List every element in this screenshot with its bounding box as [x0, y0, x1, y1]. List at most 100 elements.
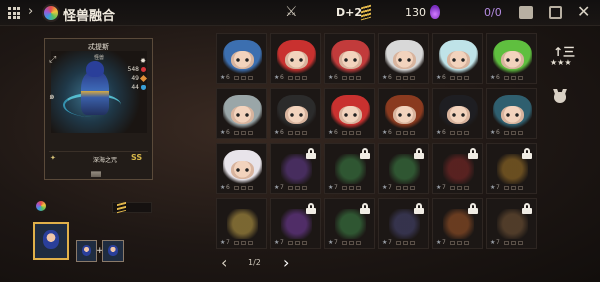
upgrade-pip [464, 76, 469, 80]
star-filter-button[interactable]: ★★★ [550, 59, 572, 67]
upgrade-pip [457, 186, 462, 190]
card-upgrade-pips [342, 76, 361, 80]
hero-card[interactable]: ★ 6 [432, 88, 483, 139]
upgrade-pip [234, 186, 239, 190]
fusion-ratio: 0/0 [484, 6, 502, 19]
hero-card[interactable]: ★ 6 [324, 88, 375, 139]
monster-card[interactable]: ★ 7 [270, 198, 321, 249]
heart-icon [141, 67, 146, 72]
card-upgrade-pips [234, 131, 253, 135]
hero-card[interactable]: ★ 6 [216, 33, 267, 84]
monster-silhouette [227, 209, 258, 239]
card-upgrade-pips [234, 241, 253, 245]
hero-eyes [397, 113, 412, 117]
card-upgrade-pips [450, 131, 469, 135]
card-upgrade-pips [396, 131, 415, 135]
upgrade-pip [302, 76, 307, 80]
monster-card[interactable]: ★ 7 [378, 143, 429, 194]
monster-card[interactable]: ★ 7 [270, 143, 321, 194]
upgrade-pip [518, 241, 523, 245]
card-star-icon: ★ [328, 184, 334, 191]
close-icon[interactable]: ✕ [577, 2, 590, 21]
upgrade-pip [342, 131, 347, 135]
page-title: 怪兽融合 [63, 9, 116, 24]
card-level: 7 [334, 239, 338, 246]
expand-icon[interactable]: ⤢ [49, 55, 56, 65]
hero-eyes [289, 58, 304, 62]
hero-card[interactable]: ★ 6 [486, 88, 537, 139]
stat-star: ✸ [140, 57, 146, 65]
upgrade-pip [349, 76, 354, 80]
card-star-icon: ★ [220, 74, 226, 81]
card-star-icon: ★ [382, 239, 388, 246]
card-star-icon: ★ [328, 74, 334, 81]
monster-card[interactable]: ★ 7 [486, 143, 537, 194]
upgrade-pip [511, 76, 516, 80]
skill-item-icon[interactable] [91, 171, 101, 177]
monster-card[interactable]: ★ 7 [324, 143, 375, 194]
upgrade-pip [504, 186, 509, 190]
card-level: 6 [226, 74, 230, 81]
card-level: 6 [496, 74, 500, 81]
hero-head [86, 61, 104, 77]
book-icon[interactable] [519, 6, 533, 19]
card-star-icon: ★ [490, 74, 496, 81]
back-chevron-icon[interactable]: › [28, 4, 33, 19]
selected-hero-avatar [43, 230, 59, 249]
material-slot-1[interactable] [76, 240, 97, 262]
shield-icon [141, 85, 146, 90]
pet-filter-icon[interactable] [554, 92, 566, 103]
card-level: 7 [442, 239, 446, 246]
card-upgrade-pips [288, 76, 307, 80]
next-page-button[interactable]: › [283, 253, 289, 272]
hero-card[interactable]: ★ 6 [486, 33, 537, 84]
note-icon[interactable] [549, 6, 562, 19]
card-upgrade-pips [504, 76, 523, 80]
card-level: 7 [280, 184, 284, 191]
crossed-swords-icon[interactable]: ⚔ [285, 4, 298, 20]
hero-card[interactable]: ★ 6 [378, 88, 429, 139]
card-level: 6 [226, 129, 230, 136]
gem-counter: 130 [405, 6, 426, 19]
monster-card[interactable]: ★ 7 [378, 198, 429, 249]
card-star-icon: ★ [274, 74, 280, 81]
hero-card[interactable]: ★ 6 [216, 143, 267, 194]
card-star-icon: ★ [328, 239, 334, 246]
gem-icon [430, 5, 440, 19]
hero-card[interactable]: ★ 6 [432, 33, 483, 84]
upgrade-pip [295, 131, 300, 135]
stat-atk: 49 [131, 74, 148, 83]
upgrade-pip [518, 131, 523, 135]
upgrade-pip [356, 186, 361, 190]
hero-card[interactable]: ★ 6 [216, 88, 267, 139]
upgrade-pip [504, 241, 509, 245]
menu-grid-icon[interactable] [8, 7, 20, 19]
card-star-icon: ★ [274, 239, 280, 246]
hero-card[interactable]: ★ 6 [378, 33, 429, 84]
upgrade-pip [349, 186, 354, 190]
upgrade-pip [450, 131, 455, 135]
element-filter-icon[interactable] [34, 199, 48, 213]
hero-eyes [235, 58, 250, 62]
selected-hero-slot[interactable] [33, 222, 69, 260]
material-slot-2[interactable] [102, 240, 124, 262]
upgrade-pip [464, 131, 469, 135]
prev-page-button[interactable]: ‹ [221, 253, 227, 272]
monster-card[interactable]: ★ 7 [216, 198, 267, 249]
monster-card[interactable]: ★ 7 [486, 198, 537, 249]
hero-card[interactable]: ★ 6 [270, 88, 321, 139]
card-level: 7 [226, 239, 230, 246]
card-level: 6 [280, 74, 284, 81]
upgrade-pip [403, 76, 408, 80]
hero-card[interactable]: ★ 6 [324, 33, 375, 84]
card-level: 7 [388, 239, 392, 246]
hero-card[interactable]: ★ 6 [270, 33, 321, 84]
monster-card[interactable]: ★ 7 [432, 143, 483, 194]
card-level: 6 [334, 74, 338, 81]
monster-card[interactable]: ★ 7 [324, 198, 375, 249]
monster-card[interactable]: ★ 7 [432, 198, 483, 249]
upgrade-pip [464, 241, 469, 245]
upgrade-pip [234, 241, 239, 245]
upgrade-pip [241, 131, 246, 135]
upgrade-pip [241, 241, 246, 245]
